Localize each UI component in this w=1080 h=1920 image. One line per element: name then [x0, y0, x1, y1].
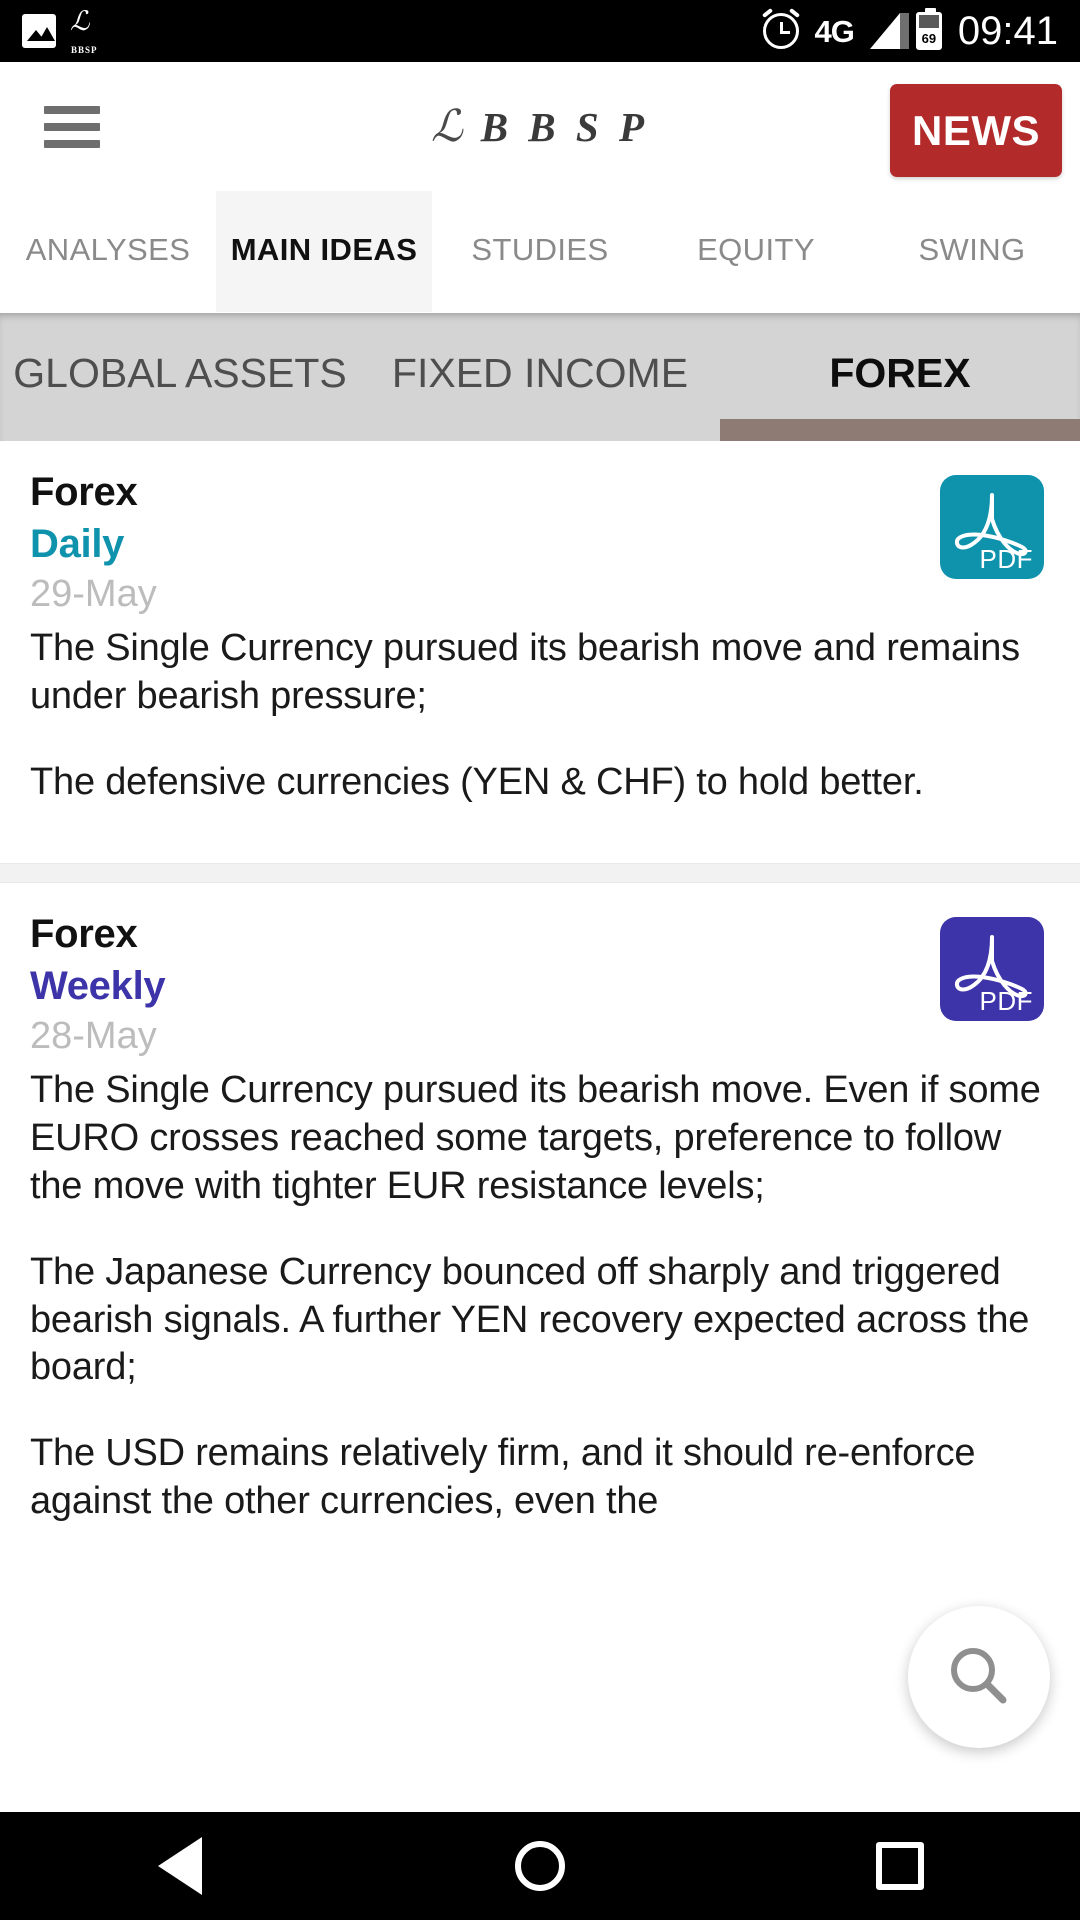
- brand-logo: ℒ B B S P: [431, 103, 649, 151]
- brand-monogram-icon: ℒ: [431, 101, 463, 151]
- android-nav-bar: [0, 1812, 1080, 1920]
- report-date: 29-May: [30, 573, 157, 616]
- nav-home-button[interactable]: [465, 1812, 615, 1920]
- report-card-weekly[interactable]: Forex Weekly 28-May PDF The Single Curre…: [0, 882, 1080, 1527]
- report-card-meta: Forex Weekly 28-May: [30, 911, 166, 1059]
- tab-swing[interactable]: SWING: [864, 191, 1080, 312]
- active-tab-underline: [720, 419, 1080, 441]
- photo-icon: [22, 14, 56, 48]
- pdf-icon-label: PDF: [979, 544, 1033, 574]
- subtab-global-assets-label: GLOBAL ASSETS: [13, 350, 347, 396]
- report-date: 28-May: [30, 1015, 157, 1058]
- status-bar-notifications: ℒ BBSP: [22, 6, 112, 56]
- brand-title: B B S P: [480, 103, 649, 150]
- signal-icon: [869, 13, 909, 49]
- alarm-icon-bell-right: [788, 8, 800, 18]
- app-header: ℒ B B S P NEWS: [0, 62, 1080, 191]
- bbsp-app-icon-label: BBSP: [71, 45, 98, 55]
- tab-main-ideas[interactable]: MAIN IDEAS: [216, 191, 432, 312]
- hamburger-bar-2: [44, 122, 100, 131]
- report-paragraph: The Single Currency pursued its bearish …: [30, 1069, 1041, 1207]
- network-type-label: 4G: [814, 13, 855, 49]
- battery-icon-empty-part: [918, 15, 939, 28]
- report-card-header: Forex Daily 29-May PDF: [30, 469, 1050, 617]
- news-button[interactable]: NEWS: [890, 84, 1062, 177]
- search-fab[interactable]: [908, 1606, 1050, 1748]
- home-icon: [515, 1841, 565, 1891]
- report-frequency: Daily: [30, 522, 125, 567]
- hamburger-menu-icon[interactable]: [44, 105, 100, 148]
- primary-tab-bar: ANALYSES MAIN IDEAS STUDIES EQUITY SWING: [0, 191, 1080, 313]
- app-screen: ℒ BBSP 4G 69 09:41 ℒ B B S P NEWS ANALYS…: [0, 0, 1080, 1920]
- search-icon: [951, 1648, 1007, 1704]
- alarm-icon: [761, 8, 800, 49]
- report-body: The Single Currency pursued its bearish …: [30, 625, 1050, 807]
- report-paragraph: The USD remains relatively firm, and it …: [30, 1432, 976, 1523]
- tab-analyses[interactable]: ANALYSES: [0, 191, 216, 312]
- status-bar: ℒ BBSP 4G 69 09:41: [0, 0, 1080, 62]
- tab-studies[interactable]: STUDIES: [432, 191, 648, 312]
- alarm-icon-bell-left: [761, 8, 773, 18]
- report-paragraph: The Single Currency pursued its bearish …: [30, 627, 1020, 718]
- pdf-icon[interactable]: PDF: [940, 475, 1044, 579]
- subtab-fixed-income-label: FIXED INCOME: [391, 350, 689, 396]
- subtab-fixed-income[interactable]: FIXED INCOME: [360, 313, 720, 441]
- recent-apps-icon: [876, 1842, 924, 1890]
- secondary-tab-bar: GLOBAL ASSETS FIXED INCOME FOREX: [0, 313, 1080, 441]
- subtab-forex[interactable]: FOREX: [720, 313, 1080, 441]
- report-title: Forex: [30, 470, 138, 514]
- battery-level-label: 69: [918, 27, 939, 47]
- tab-equity[interactable]: EQUITY: [648, 191, 864, 312]
- report-paragraph: The defensive currencies (YEN & CHF) to …: [30, 760, 924, 803]
- subtab-forex-label: FOREX: [829, 350, 971, 396]
- hamburger-bar-3: [44, 139, 100, 148]
- pdf-icon[interactable]: PDF: [940, 916, 1044, 1021]
- card-divider: [0, 862, 1080, 883]
- status-bar-indicators: 4G 69 09:41: [761, 8, 1058, 53]
- report-card-header: Forex Weekly 28-May PDF: [30, 911, 1050, 1059]
- bbsp-app-icon: ℒ BBSP: [70, 6, 112, 56]
- report-list[interactable]: Forex Daily 29-May PDF The Single Curren…: [0, 441, 1080, 1812]
- clock-label: 09:41: [957, 9, 1058, 53]
- battery-icon: 69: [915, 8, 942, 50]
- hamburger-bar-1: [44, 105, 100, 114]
- report-card-meta: Forex Daily 29-May: [30, 469, 157, 617]
- report-paragraph: The Japanese Currency bounced off sharpl…: [30, 1250, 1030, 1389]
- pdf-icon-label: PDF: [979, 985, 1033, 1016]
- report-frequency: Weekly: [30, 964, 166, 1009]
- report-card-daily[interactable]: Forex Daily 29-May PDF The Single Curren…: [0, 441, 1080, 863]
- nav-recent-button[interactable]: [825, 1812, 975, 1920]
- report-body: The Single Currency pursued its bearish …: [30, 1067, 1050, 1526]
- bbsp-app-icon-mark: ℒ: [70, 6, 90, 36]
- subtab-global-assets[interactable]: GLOBAL ASSETS: [0, 313, 360, 441]
- report-title: Forex: [30, 911, 138, 956]
- nav-back-button[interactable]: [105, 1812, 255, 1920]
- back-icon: [158, 1837, 202, 1895]
